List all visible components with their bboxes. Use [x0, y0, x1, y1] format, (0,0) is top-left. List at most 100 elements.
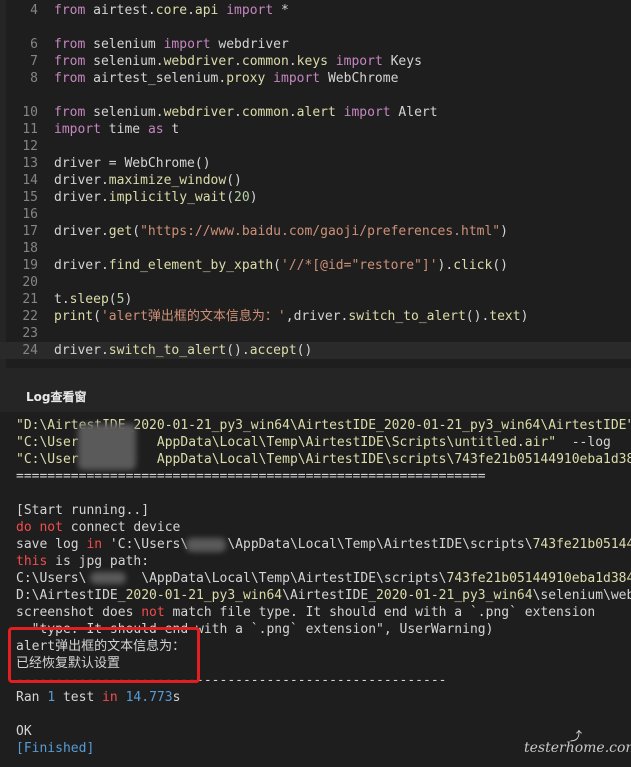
code-token: do not [16, 520, 63, 535]
code-token: "C:\User [16, 435, 79, 450]
code-token: sleep [69, 292, 109, 307]
code-token: as [147, 122, 164, 137]
code-token: ,driver. [285, 309, 349, 324]
code-token: 14.773 [125, 690, 173, 705]
code-token: from [54, 37, 94, 52]
code-line: 13 driver = WebChrome() [0, 155, 631, 172]
log-line: save log in 'C:\Users\ \AppData\Local\Te… [16, 536, 631, 553]
code-token: C:\Users\ [16, 571, 87, 586]
code-line: 16 [0, 206, 631, 223]
code-token: [Finished] [16, 741, 95, 756]
code-token: ) [520, 309, 529, 324]
code-line: 15 driver.implicitly_wait(20) [0, 189, 631, 206]
code-token: t [163, 122, 180, 137]
log-line: ========================================… [16, 468, 486, 485]
code-token: t. [54, 292, 70, 307]
line-number: 24 [22, 343, 38, 358]
code-token: is jpg path: [47, 554, 150, 569]
log-line: screenshot does not match file type. It … [16, 604, 595, 621]
code-token: test [55, 690, 103, 705]
line-number: 21 [22, 292, 38, 307]
log-line: Ran 1 test in 14.773s [16, 689, 180, 706]
code-token: this [16, 554, 48, 569]
blur-patch [78, 424, 136, 470]
code-token: 743fe21b05144910eba1d384f3a [446, 571, 631, 586]
code-line: 21 t.sleep(5) [0, 291, 631, 308]
line-number: 14 [22, 173, 38, 188]
code-line: 6 from selenium import webdriver [0, 36, 631, 53]
code-text: from selenium.webdriver.common.alert imp… [54, 104, 438, 121]
code-token: Ran [16, 690, 48, 705]
code-token: webdriver [163, 54, 235, 69]
line-number: 16 [22, 207, 38, 222]
code-token: . [288, 105, 297, 120]
code-token: 20 [234, 190, 250, 205]
code-token: alert [296, 105, 336, 120]
log-header: Log查看窗 [0, 368, 631, 412]
code-token: ) [249, 190, 258, 205]
line-number: 10 [22, 105, 38, 120]
code-token: \AppData\Local\Temp\AirtestIDE\scripts\ [227, 537, 533, 552]
code-token: selenium. [93, 105, 164, 120]
code-token: from [54, 54, 94, 69]
code-token: from [54, 105, 94, 120]
code-token: maximize_window [108, 173, 227, 188]
code-token: import [54, 122, 101, 137]
code-token: () [296, 343, 313, 358]
blur-patch [90, 572, 126, 584]
code-token: [Start running..] [16, 503, 150, 518]
code-line: 23 [0, 325, 631, 342]
code-token: accept [249, 343, 297, 358]
code-token: find_element_by_xpath [108, 258, 274, 273]
code-token: \AirtestIDE_ [282, 588, 377, 603]
line-number: 22 [22, 309, 38, 324]
code-line: 12 [0, 138, 631, 155]
line-number: 17 [22, 224, 38, 239]
code-line: 8 from airtest_selenium.proxy import WebC… [0, 70, 631, 87]
code-token: 2020-01-21_py3_win64 [125, 588, 283, 603]
code-token: () [492, 258, 508, 273]
code-token: (). [226, 343, 250, 358]
code-text: driver = WebChrome() [54, 155, 211, 172]
code-token: 2020-01-21_py3_win64 [376, 588, 533, 603]
code-token: (). [465, 309, 490, 324]
code-token: * [273, 3, 289, 18]
code-token: get [108, 224, 133, 239]
code-token: airtest_selenium. [93, 71, 227, 86]
code-token: "https://www.baidu.com/gaoji/preferences… [140, 224, 501, 239]
code-token: switch_to_alert [108, 343, 227, 358]
code-text: driver.switch_to_alert().accept() [54, 342, 312, 359]
line-number: 8 [30, 71, 38, 86]
code-token: ( [93, 309, 101, 324]
code-line: 20 [0, 274, 631, 291]
line-number: 13 [22, 156, 38, 171]
code-token: AppData\Local\Temp\AirtestIDE\scripts\74… [156, 452, 631, 467]
code-line: 22 print('alert弹出框的文本信息为：',driver.switch_… [0, 308, 631, 325]
code-line: 14 driver.maximize_window() [0, 172, 631, 189]
pointer-icon: ⤴ [570, 729, 583, 743]
code-text: driver.maximize_window() [54, 172, 242, 189]
code-editor[interactable]: 4 from airtest.core.api import * 6 from sel… [0, 0, 631, 368]
code-token: keys [296, 54, 328, 69]
code-token: . [187, 3, 195, 18]
code-token: in [86, 537, 103, 552]
log-line: do not connect device [16, 519, 180, 536]
code-line: 7 from selenium.webdriver.common.keys imp… [0, 53, 631, 70]
log-line: D:\AirtestIDE_2020-01-21_py3_win64\Airte… [16, 587, 631, 604]
code-text: driver.get("https://www.baidu.com/gaoji/… [54, 223, 508, 240]
code-line: 17 driver.get("https://www.baidu.com/gaoj… [0, 223, 631, 240]
code-token: ( [226, 190, 235, 205]
code-token: () [226, 173, 242, 188]
code-text: driver.implicitly_wait(20) [54, 189, 258, 206]
code-token: selenium [93, 37, 164, 52]
log-line: this is jpg path: [16, 553, 149, 570]
code-token: airtest. [93, 3, 156, 18]
code-text: from selenium import webdriver [54, 36, 289, 53]
code-token: match file type. It should end with a `.… [164, 605, 596, 620]
code-token: "C:\User [16, 452, 79, 467]
code-token: driver. [54, 258, 109, 273]
code-token: ( [132, 224, 141, 239]
code-token: ( [108, 292, 117, 307]
code-token: screenshot does [16, 605, 142, 620]
